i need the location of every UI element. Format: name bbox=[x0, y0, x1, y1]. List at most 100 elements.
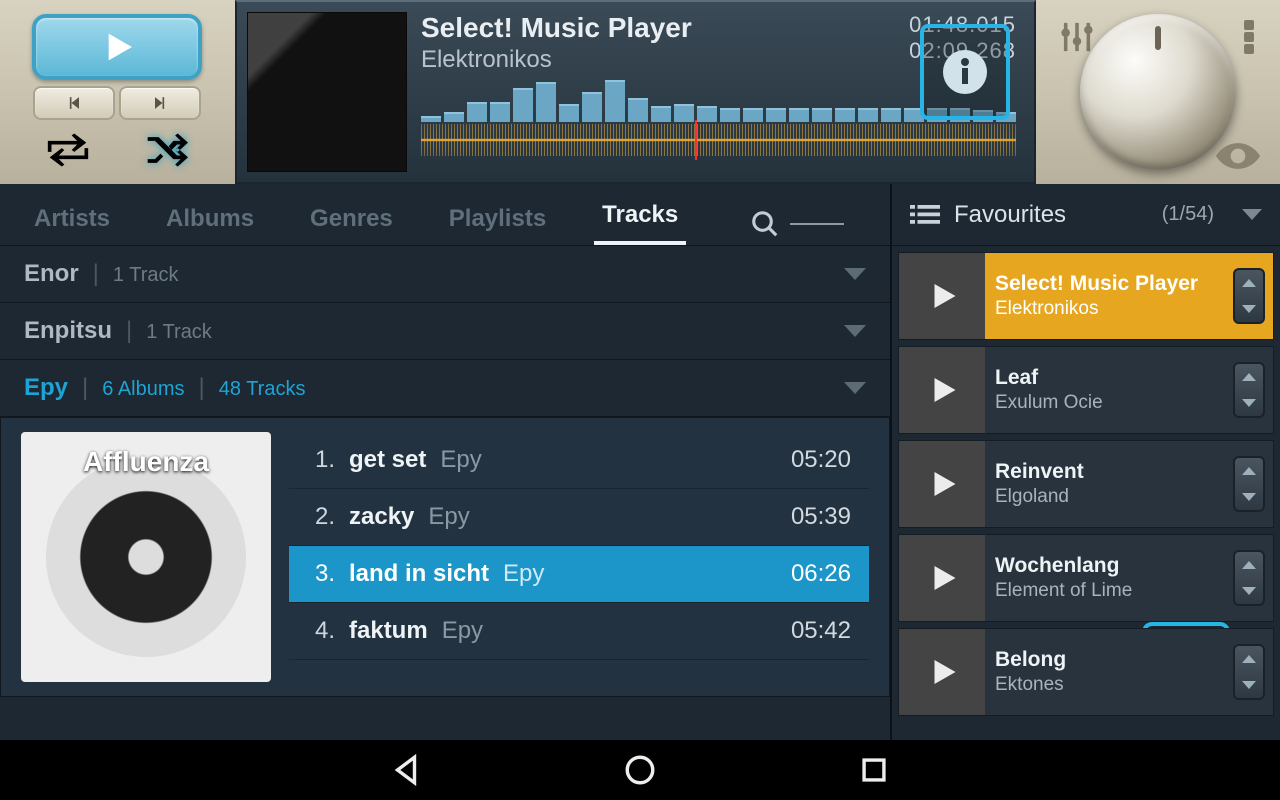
chevron-down-icon bbox=[844, 325, 866, 337]
home-icon[interactable] bbox=[623, 753, 657, 787]
drag-handle[interactable] bbox=[1233, 644, 1265, 700]
favourite-item[interactable]: ReinventElgoland bbox=[898, 440, 1274, 528]
track-row[interactable]: 2.zackyEpy05:39 bbox=[289, 489, 869, 546]
rewind-button[interactable] bbox=[33, 86, 115, 120]
search-icon bbox=[750, 209, 780, 239]
search-field[interactable] bbox=[750, 209, 864, 245]
favourite-item[interactable]: BelongEktones bbox=[898, 628, 1274, 716]
group-header[interactable]: Enpitsu|1 Track bbox=[0, 303, 890, 360]
group-meta: 48 Tracks bbox=[219, 378, 306, 401]
favourite-thumb[interactable] bbox=[899, 253, 985, 339]
favourite-artist: Element of Lime bbox=[995, 580, 1223, 602]
recents-icon[interactable] bbox=[857, 753, 891, 787]
drag-handle[interactable] bbox=[1233, 362, 1265, 418]
play-button[interactable] bbox=[32, 14, 202, 80]
play-icon bbox=[924, 278, 960, 314]
shuffle-icon[interactable] bbox=[144, 132, 188, 168]
play-icon bbox=[924, 372, 960, 408]
track-title: zacky bbox=[349, 503, 414, 531]
drag-handle[interactable] bbox=[1233, 550, 1265, 606]
favourite-item[interactable]: WochenlangElement of Lime bbox=[898, 534, 1274, 622]
favourite-thumb[interactable] bbox=[899, 629, 985, 715]
track-title: get set bbox=[349, 446, 426, 474]
group-name: Epy bbox=[24, 374, 68, 402]
track-number: 2. bbox=[307, 503, 335, 531]
tab-genres[interactable]: Genres bbox=[302, 191, 401, 245]
track-duration: 06:26 bbox=[791, 560, 851, 588]
favourite-artist: Elektronikos bbox=[995, 298, 1223, 320]
tab-albums[interactable]: Albums bbox=[158, 191, 262, 245]
track-artist: Epy bbox=[440, 446, 481, 474]
track-title: land in sicht bbox=[349, 560, 489, 588]
favourite-thumb[interactable] bbox=[899, 441, 985, 527]
forward-icon bbox=[150, 93, 170, 113]
track-row[interactable]: 4.faktumEpy05:42 bbox=[289, 603, 869, 660]
group-header[interactable]: Enor|1 Track bbox=[0, 246, 890, 303]
play-icon bbox=[97, 27, 137, 67]
chevron-down-icon bbox=[1242, 209, 1262, 220]
android-navbar bbox=[0, 740, 1280, 800]
favourite-title: Wochenlang bbox=[995, 554, 1223, 578]
menu-icon[interactable] bbox=[1244, 20, 1256, 54]
favourite-thumb[interactable] bbox=[899, 535, 985, 621]
group-meta: 1 Track bbox=[146, 321, 212, 344]
favourites-header[interactable]: Favourites (1/54) bbox=[892, 184, 1280, 246]
favourite-artist: Exulum Ocie bbox=[995, 392, 1223, 414]
tab-artists[interactable]: Artists bbox=[26, 191, 118, 245]
now-playing-art[interactable] bbox=[247, 12, 407, 172]
rewind-icon bbox=[64, 93, 84, 113]
volume-panel bbox=[1036, 0, 1280, 184]
favourite-item[interactable]: LeafExulum Ocie bbox=[898, 346, 1274, 434]
group-name: Enpitsu bbox=[24, 317, 112, 345]
now-playing-title: Select! Music Player bbox=[421, 12, 692, 44]
top-bar: Select! Music Player Elektronikos 01:48.… bbox=[0, 0, 1280, 184]
chevron-down-icon bbox=[844, 268, 866, 280]
repeat-icon[interactable] bbox=[46, 132, 90, 168]
favourites-title: Favourites bbox=[954, 201, 1148, 229]
info-button[interactable] bbox=[920, 24, 1010, 120]
play-icon bbox=[924, 560, 960, 596]
track-artist: Epy bbox=[503, 560, 544, 588]
track-title: faktum bbox=[349, 617, 428, 645]
library-column: Artists Albums Genres Playlists Tracks Enor|… bbox=[0, 184, 890, 740]
favourite-title: Select! Music Player bbox=[995, 272, 1223, 296]
playhead-cursor[interactable] bbox=[695, 120, 697, 160]
drag-handle[interactable] bbox=[1233, 456, 1265, 512]
track-duration: 05:42 bbox=[791, 617, 851, 645]
track-groups: Enor|1 TrackEnpitsu|1 TrackEpy|6 Albums|… bbox=[0, 246, 890, 740]
forward-button[interactable] bbox=[119, 86, 201, 120]
eye-icon[interactable] bbox=[1216, 142, 1260, 170]
waveform[interactable] bbox=[421, 124, 1016, 156]
now-playing-artist: Elektronikos bbox=[421, 46, 692, 74]
track-artist: Epy bbox=[442, 617, 483, 645]
volume-knob[interactable] bbox=[1080, 14, 1236, 170]
chevron-down-icon bbox=[844, 382, 866, 394]
favourites-count: (1/54) bbox=[1162, 203, 1214, 226]
favourites-list: Select! Music PlayerElektronikosLeafExul… bbox=[892, 246, 1280, 740]
group-body: Affluenza1.get setEpy05:202.zackyEpy05:3… bbox=[0, 417, 890, 697]
track-row[interactable]: 3. land in sicht Epy 06:26 bbox=[289, 546, 869, 603]
track-number: 3. bbox=[307, 560, 335, 588]
favourite-title: Reinvent bbox=[995, 460, 1223, 484]
favourite-title: Leaf bbox=[995, 366, 1223, 390]
group-name: Enor bbox=[24, 260, 79, 288]
drag-handle[interactable] bbox=[1233, 268, 1265, 324]
album-title: Affluenza bbox=[21, 446, 271, 478]
now-playing-panel: Select! Music Player Elektronikos 01:48.… bbox=[235, 0, 1036, 184]
favourite-thumb[interactable] bbox=[899, 347, 985, 433]
equalizer-icon[interactable] bbox=[1060, 20, 1094, 54]
favourite-item[interactable]: Select! Music PlayerElektronikos bbox=[898, 252, 1274, 340]
album-cover[interactable]: Affluenza bbox=[21, 432, 271, 682]
tab-playlists[interactable]: Playlists bbox=[441, 191, 554, 245]
info-icon bbox=[941, 48, 989, 96]
back-icon[interactable] bbox=[389, 753, 423, 787]
play-icon bbox=[924, 654, 960, 690]
track-artist: Epy bbox=[428, 503, 469, 531]
track-number: 1. bbox=[307, 446, 335, 474]
group-meta: 6 Albums bbox=[102, 378, 184, 401]
track-duration: 05:20 bbox=[791, 446, 851, 474]
tab-tracks[interactable]: Tracks bbox=[594, 187, 686, 245]
favourite-title: Belong bbox=[995, 648, 1223, 672]
track-row[interactable]: 1. get set Epy 05:20 bbox=[289, 432, 869, 489]
group-header[interactable]: Epy|6 Albums|48 Tracks bbox=[0, 360, 890, 417]
